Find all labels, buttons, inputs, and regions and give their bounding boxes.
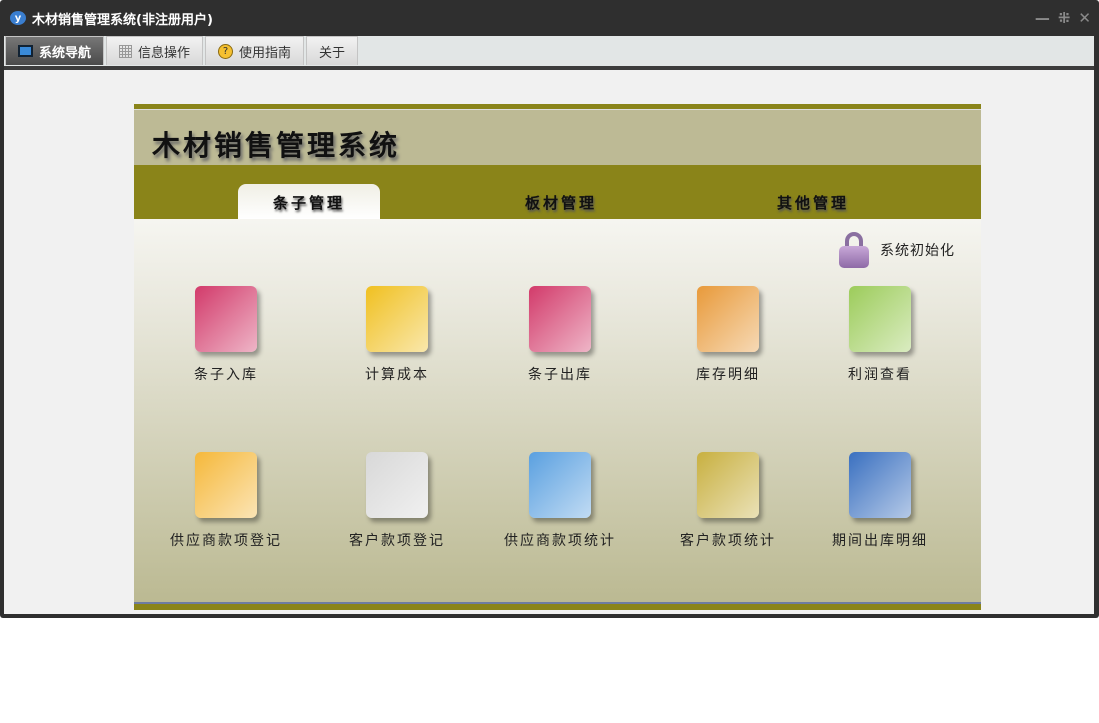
nav-item[interactable]: 条子出库 (485, 286, 635, 384)
nav-tabs: 条子管理 板材管理 其他管理 (134, 165, 981, 219)
nav-item[interactable]: 客户款项统计 (653, 452, 803, 550)
nav-item-label: 客户款项统计 (680, 533, 776, 549)
nav-item-label: 计算成本 (365, 367, 429, 383)
books-folder-icon (529, 452, 591, 518)
nav-item[interactable]: 库存明细 (653, 286, 803, 384)
menu-tab-bar: 系统导航 信息操作 ? 使用指南 关于 (4, 36, 1094, 66)
tab-board-management[interactable]: 板材管理 (490, 184, 632, 219)
panel-header: 木材销售管理系统 (134, 110, 981, 165)
restore-button[interactable]: ⁜ (1058, 9, 1071, 27)
system-init-button[interactable]: 系统初始化 (838, 232, 955, 268)
nav-item[interactable]: 期间出库明细 (805, 452, 955, 550)
nav-item-label: 条子出库 (528, 367, 592, 383)
notebook-icon (697, 452, 759, 518)
close-button[interactable]: ✕ (1078, 9, 1091, 27)
divider (134, 602, 981, 610)
window-title: 木材销售管理系统(非注册用户) (32, 12, 213, 28)
nav-item-label: 期间出库明细 (832, 533, 928, 549)
nav-item-label: 利润查看 (848, 367, 912, 383)
folder-out-icon (529, 286, 591, 352)
nav-item-label: 库存明细 (696, 367, 760, 383)
title-bar: y 木材销售管理系统(非注册用户) — ⁜ ✕ (0, 0, 1099, 36)
house-book-icon (849, 452, 911, 518)
nav-item[interactable]: 利润查看 (805, 286, 955, 384)
paper-pen-icon (366, 452, 428, 518)
nav-item-label: 条子入库 (194, 367, 258, 383)
lock-icon (838, 232, 870, 268)
monitor-icon (18, 45, 33, 57)
tab-system-nav[interactable]: 系统导航 (5, 36, 105, 65)
minimize-button[interactable]: — (1035, 9, 1050, 27)
page-title: 木材销售管理系统 (152, 129, 401, 162)
boxes-icon (697, 286, 759, 352)
tab-user-guide[interactable]: ? 使用指南 (205, 36, 305, 65)
nav-item-label: 供应商款项统计 (504, 533, 616, 549)
nav-item[interactable]: 供应商款项统计 (485, 452, 635, 550)
help-icon: ? (218, 43, 234, 59)
edit-document-icon (366, 286, 428, 352)
app-logo-icon: y (10, 11, 26, 25)
nav-item[interactable]: 条子入库 (151, 286, 301, 384)
nav-item[interactable]: 计算成本 (322, 286, 472, 384)
nav-item[interactable]: 供应商款项登记 (151, 452, 301, 550)
tab-info-ops[interactable]: 信息操作 (106, 36, 204, 65)
tab-strip-management[interactable]: 条子管理 (238, 184, 380, 219)
folder-in-icon (195, 286, 257, 352)
nav-item-label: 客户款项登记 (349, 533, 445, 549)
tab-other-management[interactable]: 其他管理 (742, 184, 884, 219)
nav-item-label: 供应商款项登记 (170, 533, 282, 549)
book-icon (849, 286, 911, 352)
grid-icon (119, 44, 133, 58)
navigation-panel: 木材销售管理系统 条子管理 板材管理 其他管理 系统初始化 条子入库 计算成本 条子… (134, 104, 981, 610)
nav-item[interactable]: 客户款项登记 (322, 452, 472, 550)
tab-about[interactable]: 关于 (306, 36, 359, 65)
notepad-pencil-icon (195, 452, 257, 518)
